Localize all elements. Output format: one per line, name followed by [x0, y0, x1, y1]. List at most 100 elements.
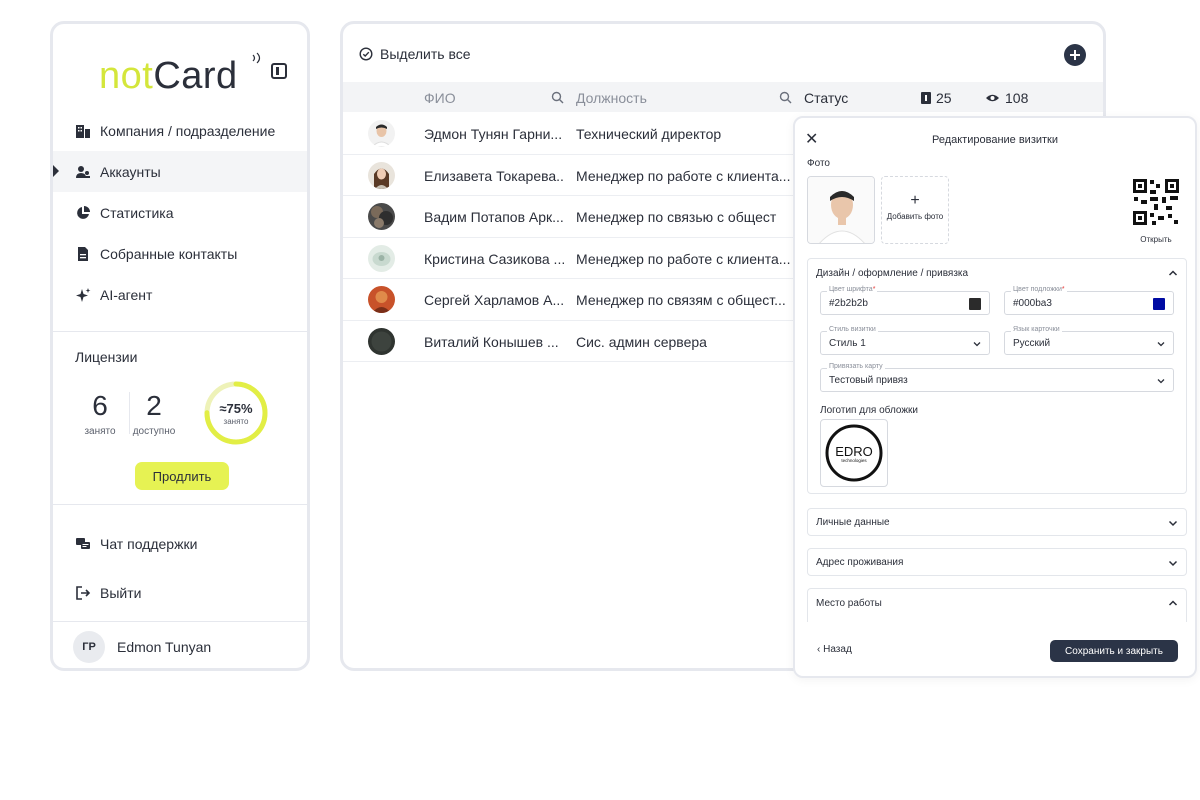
- row-fio: Сергей Харламов А...: [424, 292, 564, 308]
- sidebar-item-contacts[interactable]: Собранные контакты: [53, 233, 307, 274]
- edro-logo: EDRO technologies: [825, 424, 883, 482]
- sidebar-item-statistics[interactable]: Статистика: [53, 192, 307, 233]
- sidebar-item-accounts[interactable]: Аккаунты: [53, 151, 307, 192]
- cover-logo-upload[interactable]: EDRO technologies: [820, 419, 888, 487]
- app-logo: notCard: [99, 52, 238, 96]
- licenses-used-count: 6: [92, 390, 108, 421]
- eye-icon: [986, 94, 999, 102]
- table-row[interactable]: Сергей Харламов А... Менеджер по связям …: [343, 279, 803, 321]
- row-position: Менеджер по связью с общест: [576, 209, 777, 225]
- card-style-label: Стиль визитки: [827, 326, 878, 333]
- licenses-available-count: 2: [146, 390, 162, 421]
- table-row[interactable]: Вадим Потапов Арк... Менеджер по связью …: [343, 196, 803, 238]
- sidebar-item-label: AI-агент: [100, 286, 153, 303]
- table-row[interactable]: Эдмон Тунян Гарни... Технический директо…: [343, 113, 803, 155]
- table-row[interactable]: Елизавета Токарева... Менеджер по работе…: [343, 155, 803, 196]
- table-header: ФИО Должность Статус 25 108: [343, 82, 1103, 112]
- personal-data-title: Личные данные: [816, 516, 890, 528]
- row-position: Сис. админ сервера: [576, 333, 707, 350]
- qr-open-link[interactable]: Открыть: [1125, 235, 1187, 244]
- cover-logo-sub: technologies: [841, 458, 867, 463]
- support-chat-link[interactable]: Чат поддержки: [53, 523, 307, 564]
- address-section[interactable]: Адрес проживания: [807, 548, 1187, 576]
- column-fio: ФИО: [424, 90, 456, 106]
- add-photo-label: Добавить фото: [886, 212, 944, 221]
- bg-color-label: Цвет подложки: [1013, 286, 1062, 293]
- address-title: Адрес проживания: [816, 556, 904, 568]
- sidebar-nav: Компания / подразделение Аккаунты Статис…: [53, 110, 307, 315]
- photo-label: Фото: [807, 158, 830, 169]
- cards-count: 25: [921, 90, 952, 106]
- workplace-section[interactable]: Место работы: [807, 588, 1187, 622]
- logo-card: Card: [153, 55, 238, 97]
- card-language-select[interactable]: Язык карточки Русский: [1004, 326, 1174, 355]
- views-count-value: 108: [1005, 90, 1029, 106]
- avatar: [368, 244, 395, 272]
- sidebar-item-ai-agent[interactable]: AI-агент: [53, 274, 307, 315]
- renew-button[interactable]: Продлить: [135, 462, 229, 490]
- logout-link[interactable]: Выйти: [53, 572, 307, 613]
- divider: [53, 331, 307, 332]
- licenses-percent: ≈75%: [219, 401, 253, 416]
- bind-card-label: Привязать карту: [827, 363, 885, 370]
- add-account-button[interactable]: [1064, 44, 1086, 66]
- bind-card-select[interactable]: Привязать карту Тестовый привяз: [820, 363, 1174, 392]
- edit-card-modal: ✕ Редактирование визитки Фото + Добавить…: [793, 116, 1197, 678]
- sparkle-icon: [75, 287, 91, 303]
- pie-chart-icon: [75, 205, 91, 221]
- font-color-label: Цвет шрифта: [829, 286, 873, 293]
- avatar: [368, 327, 395, 355]
- plus-icon: +: [910, 192, 920, 209]
- font-color-swatch[interactable]: [969, 298, 981, 310]
- card-language-label: Язык карточки: [1011, 326, 1062, 333]
- card-style-select[interactable]: Стиль визитки Стиль 1: [820, 326, 990, 355]
- collapse-sidebar-icon[interactable]: [271, 63, 287, 79]
- logout-label: Выйти: [100, 584, 142, 601]
- chevron-up-icon[interactable]: [1168, 268, 1178, 278]
- bind-card-value: Тестовый привяз: [829, 375, 908, 386]
- select-all-button[interactable]: Выделить все: [359, 46, 471, 62]
- column-position: Должность: [576, 90, 647, 106]
- personal-data-section[interactable]: Личные данные: [807, 508, 1187, 536]
- chevron-left-icon: ‹: [817, 644, 821, 655]
- sidebar-item-label: Собранные контакты: [100, 245, 238, 262]
- search-icon[interactable]: [551, 91, 564, 104]
- table-row[interactable]: Виталий Конышев ... Сис. админ сервера: [343, 321, 803, 362]
- table-row[interactable]: Кристина Сазикова ... Менеджер по работе…: [343, 238, 803, 279]
- back-button[interactable]: ‹ Назад: [817, 644, 852, 655]
- sidebar-item-company[interactable]: Компания / подразделение: [53, 110, 307, 151]
- row-position: Менеджер по связям с общест...: [576, 292, 786, 308]
- add-photo-button[interactable]: + Добавить фото: [881, 176, 949, 244]
- avatar: ГР: [73, 631, 105, 663]
- bg-color-field[interactable]: Цвет подложки* #000ba3: [1004, 286, 1174, 315]
- views-count: 108: [985, 90, 1028, 106]
- save-and-close-button[interactable]: Сохранить и закрыть: [1050, 640, 1178, 662]
- row-fio: Вадим Потапов Арк...: [424, 209, 564, 225]
- chat-icon: [75, 536, 91, 552]
- bg-color-value: #000ba3: [1013, 298, 1052, 309]
- font-color-field[interactable]: Цвет шрифта* #2b2b2b: [820, 286, 990, 315]
- qr-code-icon[interactable]: [1132, 178, 1180, 226]
- bg-color-swatch[interactable]: [1153, 298, 1165, 310]
- column-status: Статус: [804, 90, 849, 106]
- users-icon: [75, 164, 91, 180]
- building-icon: [75, 123, 91, 139]
- licenses-available-label: доступно: [132, 426, 176, 437]
- divider: [53, 504, 307, 505]
- user-name: Edmon Tunyan: [117, 639, 212, 655]
- accounts-table: Эдмон Тунян Гарни... Технический директо…: [343, 113, 803, 362]
- design-section-title[interactable]: Дизайн / оформление / привязка: [816, 259, 968, 287]
- profile-photo[interactable]: [807, 176, 875, 244]
- avatar: [368, 161, 395, 189]
- search-icon[interactable]: [779, 91, 792, 104]
- sidebar: notCard Компания / подразделение Аккаунт…: [50, 21, 310, 671]
- chevron-down-icon: [1168, 520, 1178, 527]
- row-fio: Виталий Конышев ...: [424, 333, 559, 350]
- licenses-percent-label: занято: [223, 417, 249, 426]
- card-icon: [921, 92, 931, 104]
- licenses-used-label: занято: [84, 426, 116, 437]
- nfc-icon: [252, 52, 261, 64]
- row-position: Менеджер по работе с клиента...: [576, 250, 791, 267]
- user-profile[interactable]: ГР Edmon Tunyan: [53, 622, 307, 668]
- cards-count-value: 25: [936, 90, 952, 106]
